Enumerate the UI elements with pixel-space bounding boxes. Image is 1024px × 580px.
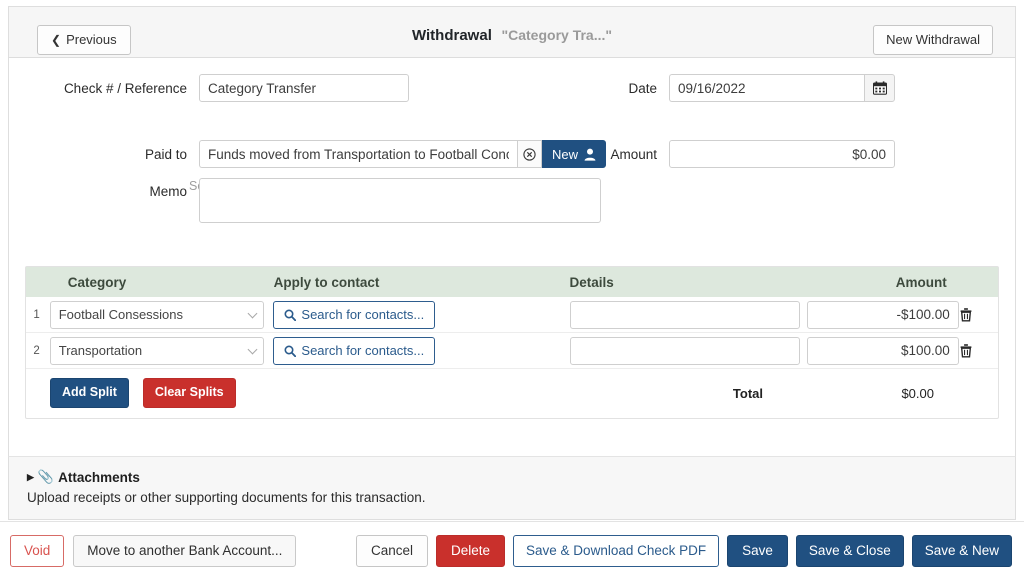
- save-close-button[interactable]: Save & Close: [795, 534, 904, 568]
- page-title-main: Withdrawal: [411, 27, 492, 44]
- memo-input[interactable]: [199, 178, 601, 223]
- column-header-contact: Apply to contact: [273, 274, 380, 290]
- transaction-form: Check # / Reference Date: [8, 58, 1016, 456]
- amount-label: Amount: [610, 146, 657, 162]
- add-split-button[interactable]: Add Split: [50, 378, 129, 408]
- category-select-1[interactable]: Football Consessions: [49, 300, 264, 329]
- attachments-description: Upload receipts or other supporting docu…: [27, 490, 426, 505]
- paid-to-label: Paid to: [144, 146, 187, 162]
- splits-table: Category Apply to contact Details Amount…: [25, 266, 999, 419]
- attachments-title: Attachments: [58, 469, 140, 485]
- chevron-left-icon: ❮: [51, 32, 62, 47]
- total-value: $0.00: [901, 385, 934, 401]
- calendar-icon[interactable]: [864, 74, 895, 102]
- search-contacts-button-1[interactable]: Search for contacts...: [273, 300, 436, 329]
- table-row: 1 Football Consessions Search for contac…: [26, 297, 998, 333]
- delete-button[interactable]: Delete: [436, 534, 506, 568]
- column-header-details: Details: [569, 274, 614, 290]
- search-contacts-label-1: Search for contacts...: [301, 307, 425, 322]
- memo-row: Memo: [9, 178, 601, 223]
- action-footer: Void Move to another Bank Account... Can…: [0, 521, 1024, 580]
- new-contact-label: New: [552, 146, 579, 162]
- new-withdrawal-button[interactable]: New Withdrawal: [873, 25, 993, 56]
- amount-row: Amount: [609, 140, 895, 168]
- splits-footer: Add Split Clear Splits Total $0.00: [26, 369, 998, 417]
- new-contact-button[interactable]: New: [542, 140, 607, 168]
- row-index: 1: [33, 308, 40, 321]
- void-button[interactable]: Void: [10, 534, 65, 568]
- paid-to-input[interactable]: [199, 140, 517, 168]
- paperclip-icon: 📎: [37, 469, 55, 484]
- withdrawal-page: ❮ Previous Withdrawal "Category Tra..." …: [0, 0, 1024, 580]
- save-new-button[interactable]: Save & New: [911, 534, 1012, 568]
- details-input-2[interactable]: [569, 336, 800, 365]
- trash-icon[interactable]: [959, 343, 998, 358]
- total-label: Total: [732, 385, 763, 401]
- date-input[interactable]: [669, 74, 864, 102]
- search-icon: [284, 344, 297, 357]
- save-button[interactable]: Save: [727, 534, 788, 568]
- date-label: Date: [628, 80, 657, 96]
- memo-label: Memo: [149, 184, 187, 199]
- cancel-button[interactable]: Cancel: [355, 534, 428, 568]
- column-header-category: Category: [67, 274, 127, 290]
- split-amount-input-1[interactable]: [806, 300, 959, 329]
- splits-table-header: Category Apply to contact Details Amount: [26, 267, 998, 297]
- search-icon: [284, 308, 297, 321]
- search-contacts-label-2: Search for contacts...: [301, 343, 425, 358]
- page-title-subtitle: "Category Tra...": [501, 27, 613, 43]
- check-reference-label: Check # / Reference: [63, 80, 187, 96]
- previous-button-label: Previous: [66, 32, 117, 47]
- check-reference-row: Check # / Reference: [9, 74, 599, 102]
- attachments-header[interactable]: ▶ 📎 Attachments: [27, 469, 1015, 485]
- search-contacts-button-2[interactable]: Search for contacts...: [273, 336, 436, 365]
- previous-button[interactable]: ❮ Previous: [37, 25, 131, 56]
- table-row: 2 Transportation Search for contacts... …: [26, 333, 998, 369]
- caret-right-icon: ▶: [27, 471, 34, 482]
- attachments-section[interactable]: ▶ 📎 Attachments Upload receipts or other…: [8, 456, 1016, 520]
- user-icon: [584, 148, 596, 161]
- check-reference-input[interactable]: [199, 74, 409, 102]
- save-download-pdf-button[interactable]: Save & Download Check PDF: [513, 534, 720, 568]
- split-amount-input-2[interactable]: [806, 336, 959, 365]
- clear-circle-icon[interactable]: [517, 140, 542, 168]
- details-input-1[interactable]: [569, 300, 800, 329]
- move-bank-account-button[interactable]: Move to another Bank Account...: [73, 534, 297, 568]
- row-index: 2: [33, 344, 40, 357]
- page-title: Withdrawal "Category Tra...": [9, 27, 1015, 44]
- amount-input[interactable]: [669, 140, 895, 168]
- column-header-amount: Amount: [895, 274, 947, 290]
- date-row: Date: [609, 74, 895, 102]
- category-select-2[interactable]: Transportation: [49, 336, 264, 365]
- paid-to-row: Paid to New: [9, 140, 607, 168]
- trash-icon[interactable]: [959, 307, 998, 322]
- page-header-bar: ❮ Previous Withdrawal "Category Tra..." …: [8, 6, 1016, 58]
- clear-splits-button[interactable]: Clear Splits: [142, 378, 236, 408]
